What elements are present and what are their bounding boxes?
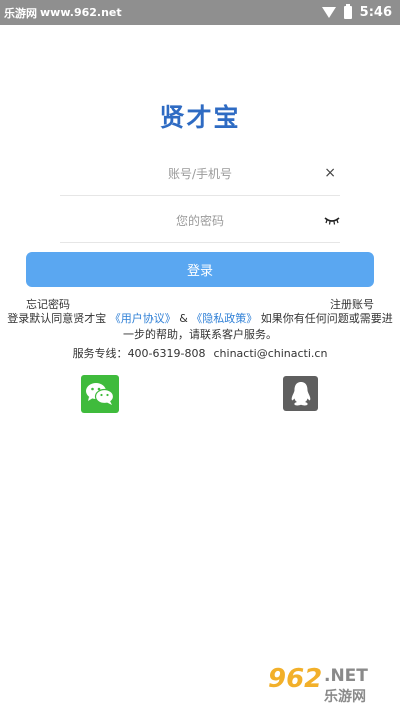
agreement-amp: & xyxy=(179,312,188,325)
status-site-url: www.962.net xyxy=(40,6,122,19)
wifi-icon xyxy=(321,7,336,18)
wechat-login-button[interactable] xyxy=(81,375,119,413)
clear-icon[interactable]: × xyxy=(324,166,336,180)
status-site-name: 乐游网 xyxy=(4,6,37,20)
wechat-icon xyxy=(86,383,115,405)
privacy-policy-link[interactable]: 《隐私政策》 xyxy=(191,312,257,325)
agreement-text: 登录默认同意贤才宝 《用户协议》 & 《隐私政策》 如果你有任何问题或需要进一步… xyxy=(4,311,396,343)
password-field[interactable] xyxy=(60,199,340,243)
password-input[interactable] xyxy=(90,213,310,228)
account-input[interactable] xyxy=(90,166,310,181)
watermark-cn: 乐游网 xyxy=(324,689,366,705)
status-time: 5:46 xyxy=(359,5,392,20)
service-label: 服务专线： xyxy=(72,347,128,360)
login-button[interactable]: 登录 xyxy=(26,252,374,287)
status-indicators: 5:46 xyxy=(321,4,392,20)
account-field[interactable]: × xyxy=(60,152,340,196)
service-line: 服务专线：400-6319-808 chinacti@chinacti.cn xyxy=(0,345,400,361)
battery-icon xyxy=(343,4,352,19)
watermark-net: .NET xyxy=(324,666,368,686)
agreement-prefix: 登录默认同意贤才宝 xyxy=(7,312,107,325)
watermark-num: 962 xyxy=(268,664,323,694)
user-agreement-link[interactable]: 《用户协议》 xyxy=(110,312,176,325)
app-logo: 贤才宝 xyxy=(159,103,241,132)
forgot-password-link[interactable]: 忘记密码 xyxy=(26,296,70,312)
status-bar: 乐游网 www.962.net 5:46 xyxy=(0,0,400,25)
qq-login-button[interactable] xyxy=(283,376,318,411)
register-account-link[interactable]: 注册账号 xyxy=(330,296,374,312)
status-site: 乐游网 www.962.net xyxy=(4,5,122,21)
service-email: chinacti@chinacti.cn xyxy=(213,347,328,360)
eye-closed-icon[interactable] xyxy=(324,215,340,225)
watermark-logo: 962 .NET 乐游网 xyxy=(268,664,388,705)
service-phone: 400-6319-808 xyxy=(127,347,206,360)
qq-icon xyxy=(291,381,310,405)
